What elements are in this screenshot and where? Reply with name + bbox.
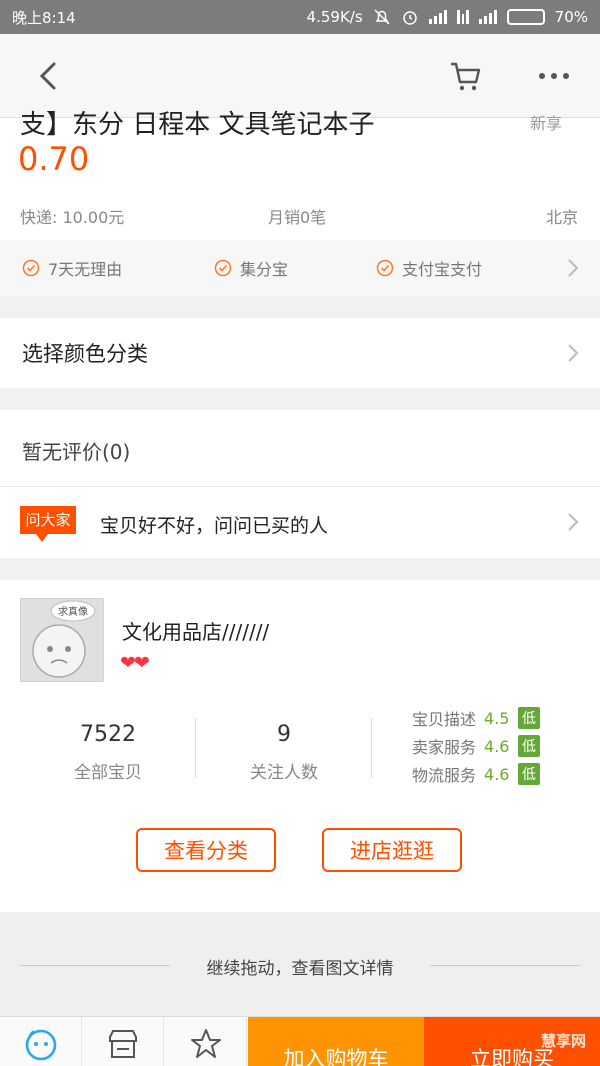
signal-icon xyxy=(428,10,447,24)
check-circle-icon xyxy=(22,259,40,277)
network-speed: 4.59K/s xyxy=(306,8,363,26)
shipping-fee: 快递: 10.00元 xyxy=(20,208,125,227)
ask-everyone-badge-icon: 问大家 xyxy=(20,506,76,542)
stat-followers-label: 关注人数 xyxy=(250,763,318,783)
avatar[interactable]: 求真像 xyxy=(20,598,104,682)
alarm-icon xyxy=(402,11,417,25)
chevron-right-icon xyxy=(568,344,579,362)
divider xyxy=(371,718,372,778)
chevron-right-icon xyxy=(568,513,579,531)
ship-location: 北京 xyxy=(545,208,578,227)
chevron-right-icon xyxy=(568,259,579,277)
bottom-action-bar: 加入购物车 立即购买 xyxy=(0,1016,600,1066)
select-color-label: 选择颜色分类 xyxy=(22,342,148,366)
add-to-cart-button[interactable]: 加入购物车 xyxy=(248,1017,424,1066)
product-info: 支】东分 日程本 文具笔记本子 新享 0.70 快递: 10.00元 月销0笔 … xyxy=(0,110,600,240)
check-circle-icon xyxy=(214,259,232,277)
service-label: 7天无理由 xyxy=(48,260,123,279)
stat-followers: 9 xyxy=(277,722,291,747)
service-item: 集分宝 xyxy=(214,256,288,280)
avatar-caption: 求真像 xyxy=(58,605,88,618)
signal-4g-icon xyxy=(478,10,497,24)
check-circle-icon xyxy=(376,259,394,277)
shop-button[interactable] xyxy=(82,1017,164,1066)
score-row: 宝贝描述 4.5 低 xyxy=(412,706,541,730)
stat-total-items-label: 全部宝贝 xyxy=(74,763,142,783)
product-title-tag: 新享 xyxy=(529,114,562,133)
ask-everyone-text[interactable]: 宝贝好不好，问问已买的人 xyxy=(100,511,328,538)
shop-rating-hearts: ❤❤ xyxy=(120,652,150,674)
service-label: 集分宝 xyxy=(240,260,289,279)
favorite-button[interactable] xyxy=(165,1017,247,1066)
score-label: 卖家服务 xyxy=(412,738,477,757)
status-bar: 晚上8:14 4.59K/s 70% xyxy=(0,0,600,34)
favorite-star-icon xyxy=(190,1029,221,1058)
score-label: 物流服务 xyxy=(412,766,477,785)
score-value: 4.6 xyxy=(484,736,510,756)
view-categories-button[interactable]: 查看分类 xyxy=(136,828,276,872)
stat-total-items[interactable]: 7522 xyxy=(18,722,198,747)
ask-badge-label: 问大家 xyxy=(25,511,70,529)
service-chat-icon xyxy=(25,1029,56,1061)
service-item: 支付宝支付 xyxy=(376,256,482,280)
status-time: 晚上8:14 xyxy=(12,8,76,27)
watermark: 慧享网 xyxy=(540,1032,586,1050)
enter-shop-button[interactable]: 进店逛逛 xyxy=(322,828,462,872)
chevron-left-icon[interactable] xyxy=(30,56,70,96)
score-label: 宝贝描述 xyxy=(412,710,477,729)
monthly-sales: 月销0笔 xyxy=(268,208,327,227)
score-row: 卖家服务 4.6 低 xyxy=(412,734,541,758)
shop-icon xyxy=(108,1030,137,1058)
product-title: 支】东分 日程本 文具笔记本子 xyxy=(20,110,375,140)
battery-icon xyxy=(506,9,545,25)
data-transfer-icon xyxy=(456,10,469,24)
mute-bell-icon xyxy=(374,9,390,25)
reviews-section: 暂无评价(0) 问大家 宝贝好不好，问问已买的人 xyxy=(0,410,600,558)
shop-name[interactable]: 文化用品店/////// xyxy=(122,616,269,645)
score-value: 4.6 xyxy=(484,764,510,784)
service-item: 7天无理由 xyxy=(22,256,122,280)
score-tag: 低 xyxy=(518,707,541,729)
select-color-row[interactable]: 选择颜色分类 xyxy=(0,318,600,388)
score-tag: 低 xyxy=(518,735,541,757)
score-row: 物流服务 4.6 低 xyxy=(412,762,541,786)
score-tag: 低 xyxy=(518,763,541,785)
drag-for-details-hint: 继续拖动，查看图文详情 xyxy=(0,912,600,1016)
divider xyxy=(430,965,580,966)
service-label: 支付宝支付 xyxy=(402,260,483,279)
reviews-title[interactable]: 暂无评价(0) xyxy=(22,436,130,465)
battery-percent: 70% xyxy=(554,8,588,26)
service-chat-button[interactable] xyxy=(0,1017,82,1066)
drag-hint-text: 继续拖动，查看图文详情 xyxy=(206,959,394,979)
avatar-face-icon: 求真像 xyxy=(21,599,103,681)
cart-icon[interactable] xyxy=(448,58,484,94)
service-guarantees[interactable]: 7天无理由 集分宝 支付宝支付 xyxy=(0,240,600,296)
product-price: 0.70 xyxy=(18,140,90,178)
more-dots-icon[interactable] xyxy=(534,58,574,94)
score-value: 4.5 xyxy=(484,708,510,728)
divider xyxy=(0,486,600,487)
shop-card: 求真像 文化用品店/////// ❤❤ 7522 全部宝贝 9 关注人数 宝贝描… xyxy=(0,580,600,912)
